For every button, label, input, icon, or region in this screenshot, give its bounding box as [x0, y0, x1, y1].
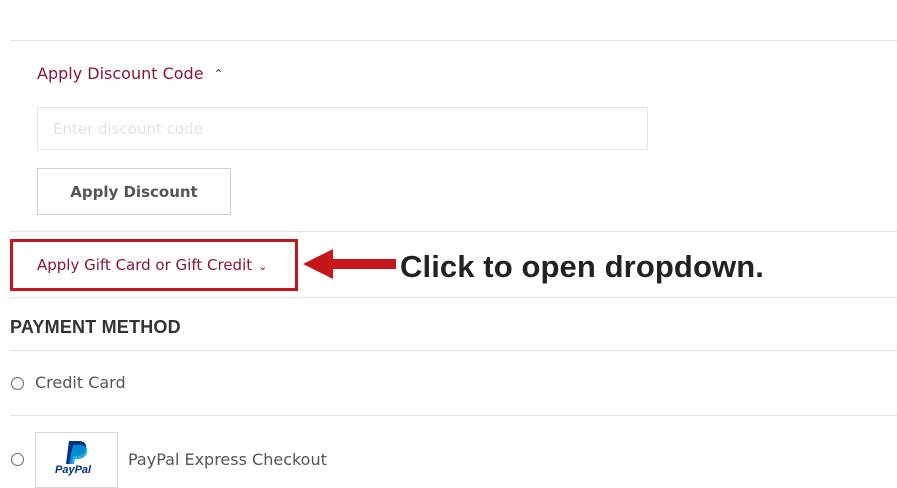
paypal-label[interactable]: PayPal Express Checkout — [128, 450, 327, 469]
gift-card-toggle-label: Apply Gift Card or Gift Credit ⌄ — [37, 256, 268, 274]
apply-discount-code-label: Apply Discount Code — [37, 64, 204, 83]
gift-section-divider — [10, 297, 897, 298]
chevron-down-icon: ⌄ — [258, 260, 268, 273]
paypal-radio[interactable] — [11, 453, 24, 466]
annotation-text: Click to open dropdown. — [400, 249, 764, 284]
payment-options-divider — [10, 415, 897, 416]
paypal-logo: PayPal — [35, 432, 118, 488]
paypal-p-icon — [66, 441, 88, 464]
chevron-up-icon: ⌃ — [213, 67, 224, 81]
apply-discount-code-toggle[interactable]: Apply Discount Code ⌃ — [37, 64, 224, 83]
paypal-logo-text: PayPal — [55, 464, 92, 476]
annotation-arrow-icon — [303, 249, 396, 279]
credit-card-label[interactable]: Credit Card — [35, 373, 126, 392]
discount-code-input[interactable] — [37, 107, 648, 150]
payment-method-title: PAYMENT METHOD — [10, 317, 181, 337]
top-divider — [10, 40, 897, 41]
gift-card-toggle[interactable]: Apply Gift Card or Gift Credit ⌄ — [10, 239, 298, 291]
apply-discount-button[interactable]: Apply Discount — [37, 168, 231, 215]
payment-title-divider — [10, 350, 897, 351]
credit-card-radio[interactable] — [11, 377, 24, 390]
discount-section-divider — [10, 231, 897, 232]
